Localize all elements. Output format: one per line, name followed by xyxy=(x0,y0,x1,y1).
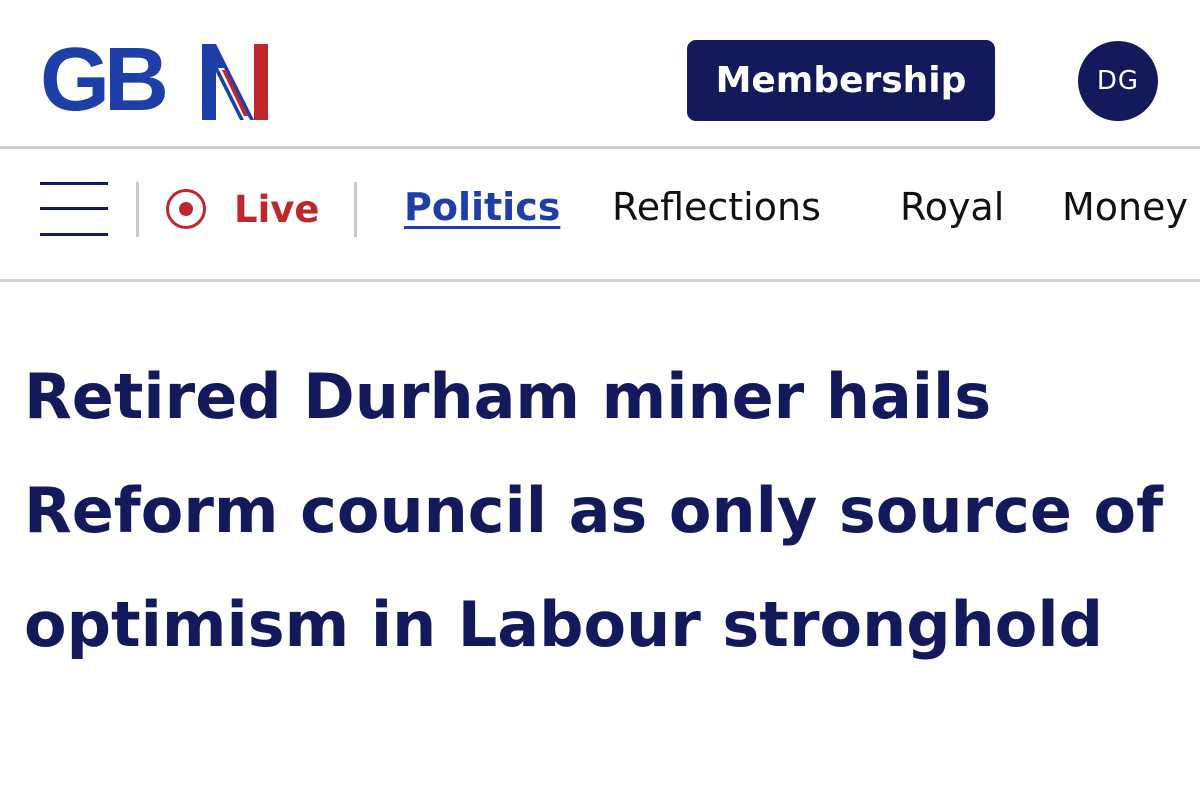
logo-flag-accent xyxy=(202,44,268,120)
nav-separator xyxy=(136,182,139,237)
live-record-icon xyxy=(166,189,206,229)
live-label: Live xyxy=(234,187,320,231)
nav-item-money[interactable]: Money xyxy=(1062,181,1188,233)
nav-item-royal[interactable]: Royal xyxy=(900,181,1004,233)
article-headline: Retired Durham miner hails Reform counci… xyxy=(24,360,1164,661)
nav-separator xyxy=(354,182,357,237)
gbn-logo[interactable]: GB xyxy=(40,34,272,126)
nav-item-politics[interactable]: Politics xyxy=(404,181,560,233)
section-nav: Live Politics Reflections Royal Money xyxy=(0,149,1200,279)
logo-text: GB xyxy=(40,30,169,130)
live-link[interactable]: Live xyxy=(166,187,319,231)
logo-n-right-stroke xyxy=(254,44,268,120)
user-avatar[interactable]: DG xyxy=(1078,41,1158,121)
membership-button[interactable]: Membership xyxy=(687,40,995,121)
site-header: GB Membership DG xyxy=(0,0,1200,146)
nav-item-reflections[interactable]: Reflections xyxy=(612,181,821,233)
nav-divider xyxy=(0,279,1200,282)
hamburger-menu-icon[interactable] xyxy=(40,182,108,236)
